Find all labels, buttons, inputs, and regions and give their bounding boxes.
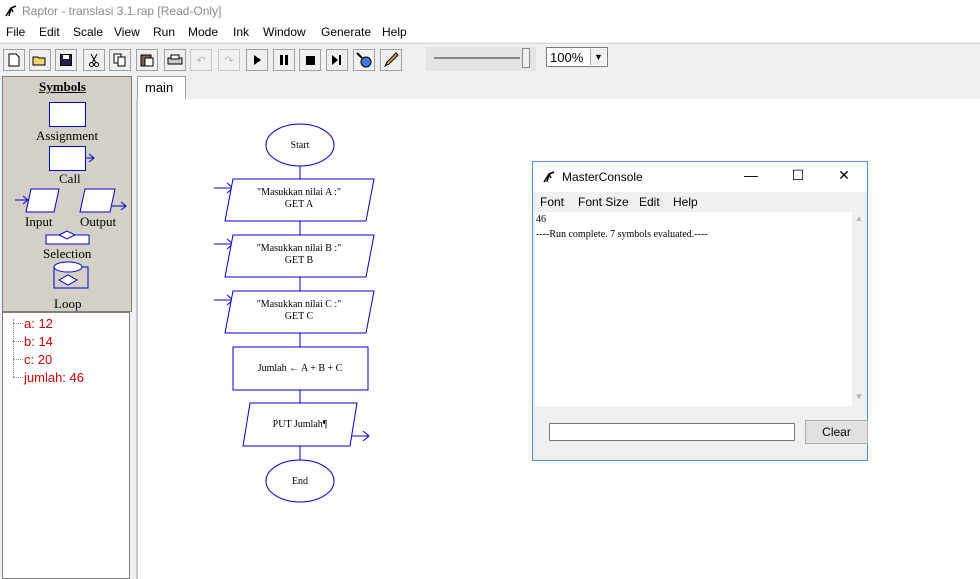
- tree-branch: [13, 341, 23, 342]
- zoom-select[interactable]: 100% ▼: [546, 47, 608, 67]
- symbols-header: Symbols: [39, 79, 86, 94]
- output-label: Output: [80, 214, 117, 229]
- step-icon[interactable]: [326, 49, 348, 71]
- menu-view[interactable]: View: [114, 25, 140, 39]
- variable-item[interactable]: a: 12: [24, 316, 53, 331]
- input-label: Input: [25, 214, 53, 229]
- clear-button[interactable]: Clear: [805, 420, 868, 444]
- variable-item[interactable]: jumlah: 46: [24, 370, 84, 385]
- close-icon[interactable]: ✕: [834, 167, 854, 184]
- variable-item[interactable]: c: 20: [24, 352, 52, 367]
- tree-branch: [13, 377, 23, 378]
- output-arrow-icon: [350, 430, 370, 442]
- menu-window[interactable]: Window: [263, 25, 306, 39]
- console-menu-bar: Font Font Size Edit Help: [533, 192, 867, 212]
- window-title: Raptor - translasi 3.1.rap [Read-Only]: [22, 4, 222, 18]
- zoom-slider-line: [434, 57, 520, 59]
- raptor-app-icon: [543, 171, 555, 183]
- maximize-icon[interactable]: ☐: [788, 167, 808, 184]
- copy-icon[interactable]: [109, 49, 131, 71]
- menu-generate[interactable]: Generate: [321, 25, 371, 39]
- call-symbol-icon[interactable]: [49, 146, 97, 172]
- undo-icon[interactable]: ↶: [190, 49, 212, 71]
- assignment-symbol-icon[interactable]: [49, 102, 87, 128]
- console-output[interactable]: 46 ----Run complete. 7 symbols evaluated…: [535, 212, 854, 406]
- end-label: End: [292, 476, 308, 487]
- tree-branch: [13, 359, 23, 360]
- loop-label: Loop: [54, 296, 82, 311]
- raptor-app-icon: [5, 5, 17, 17]
- symbols-panel: Symbols Assignment Call Input Output Sel…: [2, 76, 132, 312]
- scroll-down-icon[interactable]: ▼: [855, 392, 863, 401]
- loop-symbol-icon[interactable]: [43, 261, 93, 291]
- start-label: Start: [291, 140, 310, 151]
- watch-icon[interactable]: [353, 49, 375, 71]
- console-output-line: 46: [536, 214, 546, 225]
- variable-item[interactable]: b: 14: [24, 334, 53, 349]
- pen-icon[interactable]: [380, 49, 402, 71]
- console-menu-font-size[interactable]: Font Size: [578, 195, 629, 209]
- run-icon[interactable]: [246, 49, 268, 71]
- tab-main-label: main: [145, 80, 174, 95]
- tree-branch: [13, 323, 23, 324]
- selection-symbol-icon[interactable]: [45, 230, 91, 246]
- save-icon[interactable]: [55, 49, 77, 71]
- input3-prompt: "Masukkan nilai C :": [257, 299, 342, 310]
- tree-line: [13, 319, 15, 377]
- console-menu-font[interactable]: Font: [540, 195, 564, 209]
- input1-prompt: "Masukkan nilai A :": [257, 187, 341, 198]
- open-icon[interactable]: [29, 49, 51, 71]
- chevron-down-icon[interactable]: ▼: [590, 49, 606, 65]
- console-scrollbar[interactable]: ▲ ▼: [852, 212, 866, 406]
- console-output-line: ----Run complete. 7 symbols evaluated.--…: [536, 229, 708, 240]
- call-label: Call: [59, 171, 81, 186]
- input3-get: GET C: [285, 311, 314, 322]
- zoom-value: 100%: [550, 50, 584, 65]
- console-input[interactable]: [549, 423, 795, 441]
- paste-icon[interactable]: [136, 49, 158, 71]
- selection-label: Selection: [43, 246, 92, 261]
- minimize-icon[interactable]: —: [741, 167, 761, 183]
- assignment-label: Assignment: [36, 128, 99, 143]
- input-symbol-icon[interactable]: [13, 188, 61, 214]
- cut-icon[interactable]: [83, 49, 105, 71]
- console-title-bar[interactable]: MasterConsole — ☐ ✕: [533, 162, 867, 192]
- menu-mode[interactable]: Mode: [188, 25, 218, 39]
- stop-icon[interactable]: [299, 49, 321, 71]
- zoom-slider-thumb[interactable]: [522, 48, 530, 68]
- menu-scale[interactable]: Scale: [73, 25, 103, 39]
- input2-get: GET B: [285, 255, 314, 266]
- scroll-up-icon[interactable]: ▲: [855, 214, 863, 223]
- input2-prompt: "Masukkan nilai B :": [257, 243, 342, 254]
- menu-ink[interactable]: Ink: [233, 25, 249, 39]
- menu-edit[interactable]: Edit: [39, 25, 60, 39]
- input1-get: GET A: [285, 199, 314, 210]
- output-label: PUT Jumlah¶: [273, 419, 328, 430]
- title-bar: Raptor - translasi 3.1.rap [Read-Only]: [0, 0, 980, 22]
- console-menu-edit[interactable]: Edit: [639, 195, 660, 209]
- output-symbol-icon[interactable]: [79, 188, 129, 214]
- assignment-label: Jumlah ← A + B + C: [258, 363, 343, 374]
- redo-icon[interactable]: ↷: [218, 49, 240, 71]
- console-menu-help[interactable]: Help: [673, 195, 698, 209]
- variables-panel: a: 12 b: 14 c: 20 jumlah: 46: [2, 312, 130, 579]
- tab-main[interactable]: main: [137, 76, 186, 99]
- new-icon[interactable]: [3, 49, 25, 71]
- print-icon[interactable]: [164, 49, 186, 71]
- console-title: MasterConsole: [562, 170, 643, 184]
- zoom-slider[interactable]: [426, 47, 536, 71]
- pause-icon[interactable]: [273, 49, 295, 71]
- menu-help[interactable]: Help: [382, 25, 407, 39]
- master-console-window[interactable]: MasterConsole — ☐ ✕ Font Font Size Edit …: [532, 161, 868, 461]
- menu-file[interactable]: File: [6, 25, 25, 39]
- menu-bar: File Edit Scale View Run Mode Ink Window…: [0, 22, 980, 42]
- menu-run[interactable]: Run: [153, 25, 175, 39]
